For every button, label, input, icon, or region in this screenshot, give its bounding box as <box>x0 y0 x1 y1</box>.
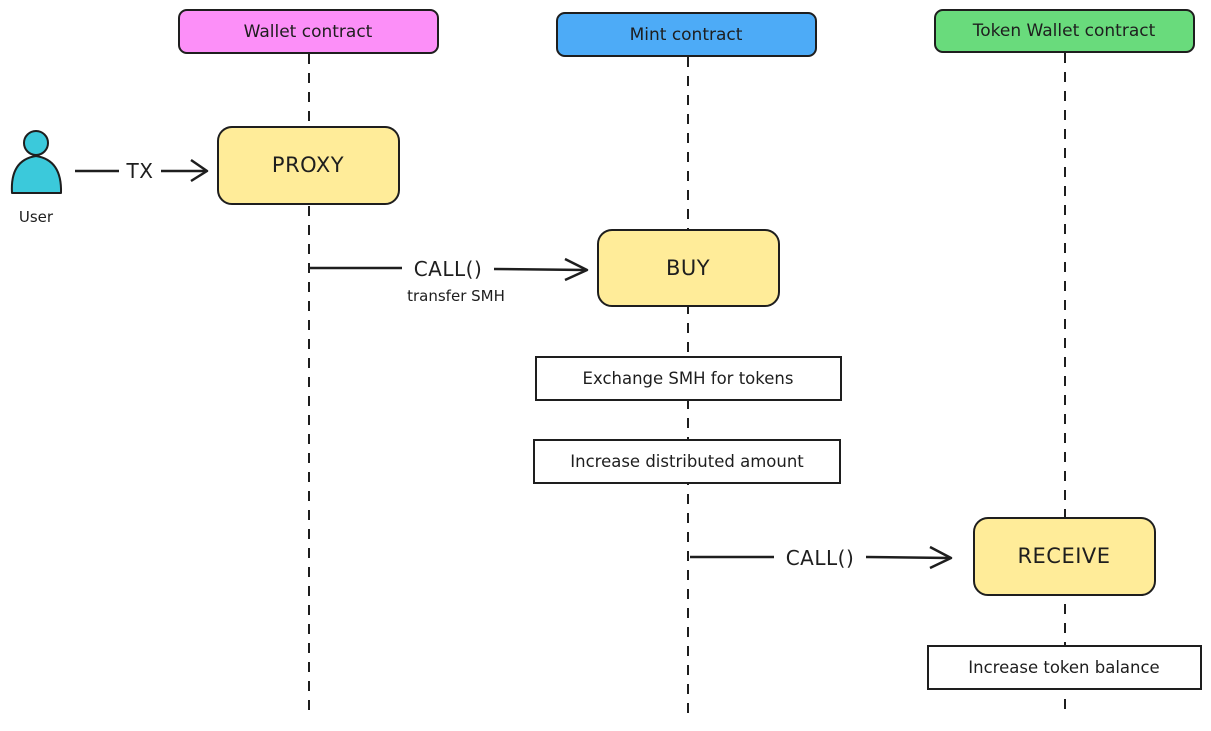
arrow-call-buy-label: CALL() <box>414 257 483 281</box>
note-exchange-text: Exchange SMH for tokens <box>583 369 794 388</box>
action-receive-label: RECEIVE <box>1017 544 1110 568</box>
note-increase-distributed-text: Increase distributed amount <box>570 452 804 471</box>
sequence-diagram: Wallet contract Mint contract Token Wall… <box>10 9 1202 718</box>
arrow-tx-label: TX <box>126 159 154 183</box>
arrow-call-receive: CALL() <box>690 545 953 570</box>
user-icon <box>10 130 63 194</box>
arrow-tx: TX <box>75 158 209 183</box>
lane-header-token-wallet: Token Wallet contract <box>934 9 1195 53</box>
note-increase-balance-text: Increase token balance <box>968 658 1159 677</box>
user-actor: User <box>10 130 63 226</box>
arrow-call-receive-label: CALL() <box>786 546 855 570</box>
note-increase-distributed: Increase distributed amount <box>533 439 841 484</box>
action-proxy-label: PROXY <box>272 153 344 177</box>
lane-header-wallet: Wallet contract <box>178 9 439 54</box>
user-label: User <box>19 208 54 226</box>
arrow-call-buy-sublabel: transfer SMH <box>407 287 505 305</box>
action-buy-label: BUY <box>666 256 710 280</box>
action-receive: RECEIVE <box>973 517 1156 596</box>
lane-title-token-wallet: Token Wallet contract <box>972 21 1156 41</box>
lane-title-mint: Mint contract <box>630 25 743 45</box>
lane-header-mint: Mint contract <box>556 12 817 57</box>
action-proxy: PROXY <box>217 126 400 205</box>
arrow-call-buy: CALL() transfer SMH <box>310 257 589 305</box>
note-increase-balance: Increase token balance <box>927 645 1202 690</box>
note-exchange: Exchange SMH for tokens <box>535 356 842 401</box>
action-buy: BUY <box>597 229 780 307</box>
lane-title-wallet: Wallet contract <box>244 22 373 42</box>
